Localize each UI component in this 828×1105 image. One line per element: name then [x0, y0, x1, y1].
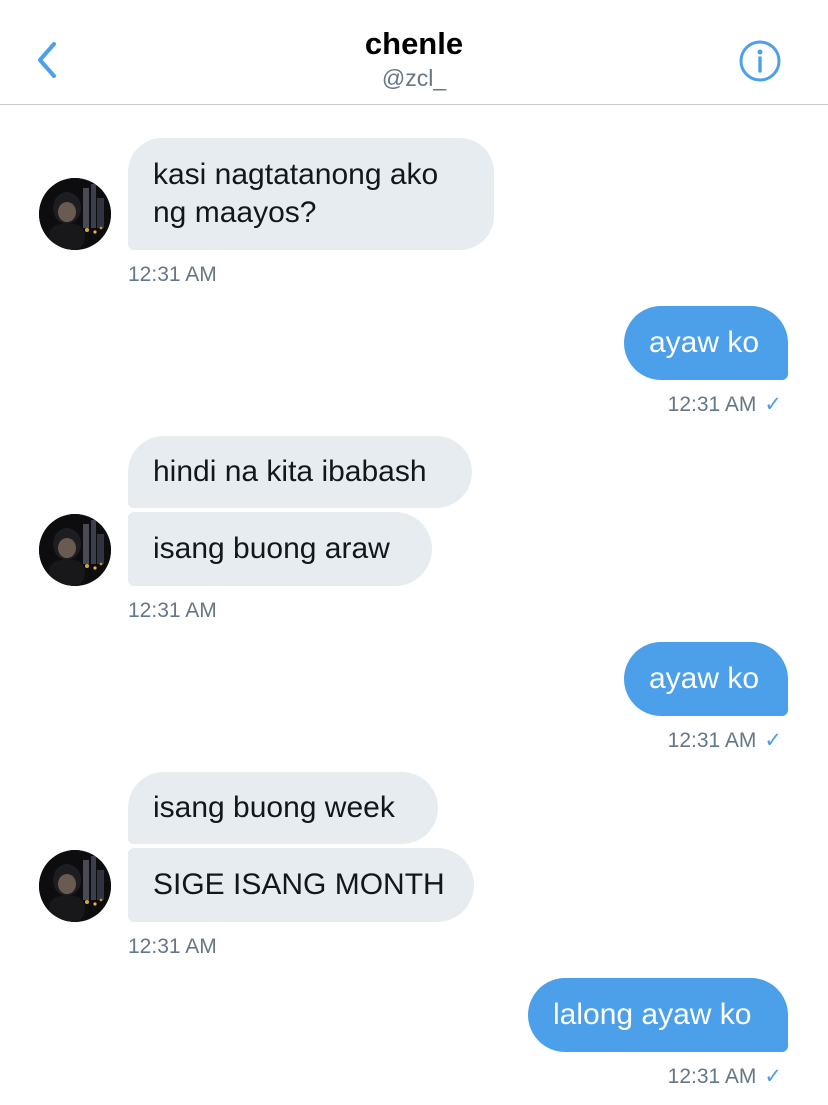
message-timestamp: 12:31 AM ✓ [667, 1065, 782, 1088]
message-timestamp: 12:31 AM ✓ [667, 393, 782, 416]
message-text: isang buong araw [153, 532, 390, 565]
conversation-title[interactable]: chenle @zcl_ [0, 24, 828, 92]
checkmark-icon: ✓ [764, 1065, 782, 1088]
avatar[interactable] [39, 178, 111, 250]
message-text: ayaw ko [649, 662, 760, 695]
message-bubble-outgoing[interactable]: ayaw ko [624, 306, 788, 380]
message-bubble-outgoing[interactable]: ayaw ko [624, 642, 788, 716]
message-bubble-incoming[interactable]: isang buong week [128, 772, 438, 844]
message-bubble-incoming[interactable]: isang buong araw [128, 512, 432, 586]
avatar[interactable] [39, 514, 111, 586]
info-circle-icon [739, 40, 781, 82]
message-text: ayaw ko [649, 326, 760, 359]
message-text: hindi na kita ibabash [153, 455, 427, 488]
message-text: isang buong week [153, 791, 395, 824]
conversation-header: chenle @zcl_ [0, 0, 828, 105]
message-bubble-outgoing[interactable]: lalong ayaw ko [528, 978, 788, 1052]
message-bubble-incoming[interactable]: kasi nagtatanong ako ng maayos? [128, 138, 494, 250]
message-text: kasi nagtatanong ako [153, 158, 439, 191]
message-timestamp: 12:31 AM [128, 935, 217, 958]
message-text: ng maayos? [153, 196, 317, 229]
avatar[interactable] [39, 850, 111, 922]
contact-handle: @zcl_ [381, 65, 447, 91]
avatar-photo [39, 850, 111, 922]
message-timestamp: 12:31 AM [128, 599, 217, 622]
message-text: lalong ayaw ko [553, 998, 752, 1031]
checkmark-icon: ✓ [764, 729, 782, 752]
info-button[interactable] [738, 39, 782, 83]
message-timestamp: 12:31 AM ✓ [667, 729, 782, 752]
message-text: SIGE ISANG MONTH [153, 868, 445, 901]
message-bubble-incoming[interactable]: hindi na kita ibabash [128, 436, 472, 508]
message-bubble-incoming[interactable]: SIGE ISANG MONTH [128, 848, 474, 922]
contact-name: chenle [364, 26, 464, 61]
avatar-photo [39, 178, 111, 250]
avatar-photo [39, 514, 111, 586]
message-timestamp: 12:31 AM [128, 263, 217, 286]
checkmark-icon: ✓ [764, 393, 782, 416]
